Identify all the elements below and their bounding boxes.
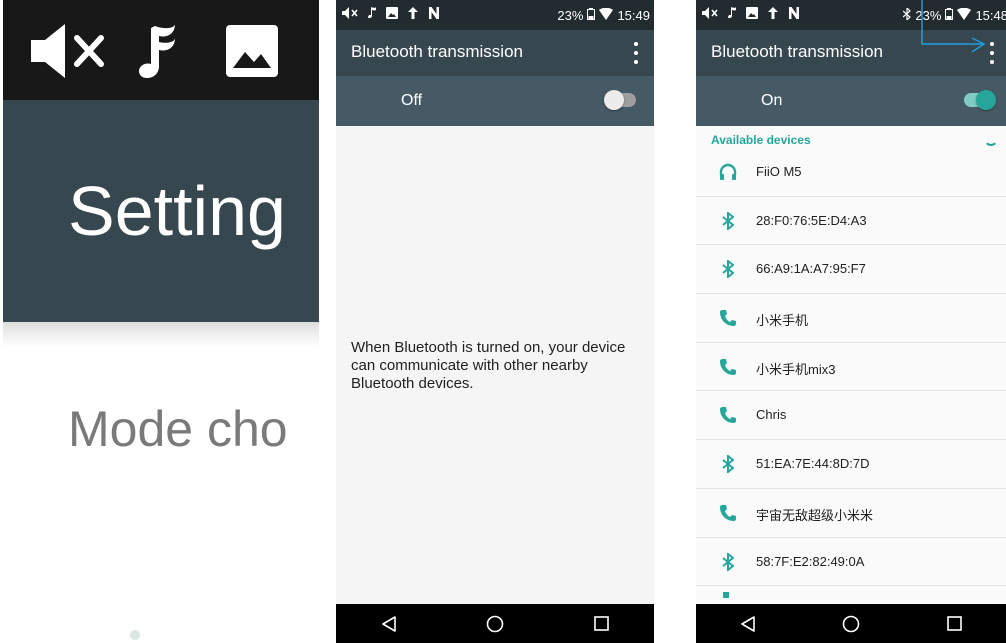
app-toolbar: Bluetooth transmission bbox=[336, 30, 654, 76]
bluetooth-toggle[interactable] bbox=[964, 90, 996, 110]
device-name: 小米手机mix3 bbox=[756, 361, 836, 377]
switch-state-label: Off bbox=[401, 92, 423, 109]
status-bar: 23% 15:49 bbox=[336, 0, 654, 30]
page-title: Bluetooth transmission bbox=[711, 42, 883, 61]
device-list-item[interactable]: 58:7F:E2:82:49:0A bbox=[696, 538, 1006, 587]
switch-state-label: On bbox=[761, 92, 783, 109]
nfc-icon bbox=[428, 7, 440, 22]
image-icon bbox=[746, 7, 758, 22]
back-icon[interactable] bbox=[728, 609, 768, 639]
bluetooth-icon bbox=[717, 210, 739, 232]
device-list-item[interactable]: Chris bbox=[696, 391, 1006, 441]
device-name: 66:A9:1A:A7:95:F7 bbox=[756, 261, 866, 277]
home-icon[interactable] bbox=[831, 609, 871, 639]
navigation-bar bbox=[696, 604, 1006, 643]
upload-arrow-icon bbox=[408, 7, 418, 22]
mute-icon bbox=[29, 24, 109, 83]
nfc-icon bbox=[788, 7, 800, 22]
device-name: 小米手机 bbox=[756, 313, 809, 329]
scanning-spinner-icon bbox=[984, 132, 998, 146]
device-name: 28:F0:76:5E:D4:A3 bbox=[756, 212, 867, 228]
clock: 15:49 bbox=[617, 8, 650, 23]
bluetooth-icon bbox=[717, 551, 739, 573]
bluetooth-icon bbox=[717, 453, 739, 475]
wifi-icon bbox=[599, 7, 614, 23]
device-name: 宇宙无敌超级小米米 bbox=[756, 507, 874, 523]
mute-icon bbox=[342, 7, 358, 22]
headphones-icon bbox=[717, 161, 739, 183]
available-devices-header: Available devices bbox=[711, 133, 811, 147]
mute-icon bbox=[702, 7, 718, 22]
more-options-icon[interactable] bbox=[630, 42, 642, 64]
page-title: Bluetooth transmission bbox=[351, 42, 523, 61]
image-icon bbox=[225, 24, 279, 83]
bluetooth-icon bbox=[717, 258, 739, 280]
device-name: 58:7F:E2:82:49:0A bbox=[756, 553, 865, 569]
toggle-knob bbox=[604, 90, 624, 110]
music-note-icon bbox=[139, 24, 177, 83]
bluetooth-off-screen: 23% 15:49 Bluetooth transmission Off Whe… bbox=[336, 0, 654, 643]
device-list-item[interactable]: 宇宙无敌超级小米米 bbox=[696, 489, 1006, 538]
zoomed-status-bar bbox=[3, 0, 319, 100]
music-note-icon bbox=[368, 7, 376, 22]
bluetooth-switch-bar[interactable]: Off bbox=[336, 76, 654, 126]
device-name: Chris bbox=[756, 407, 787, 423]
phone-icon bbox=[717, 502, 739, 524]
device-list-item[interactable]: 51:EA:7E:44:8D:7D bbox=[696, 440, 1006, 489]
back-icon[interactable] bbox=[369, 609, 409, 639]
device-list-item[interactable]: 小米手机mix3 bbox=[696, 343, 1006, 392]
zoomed-detail-panel: Setting Mode cho bbox=[0, 0, 319, 643]
phone-icon bbox=[717, 404, 739, 426]
bluetooth-off-message: When Bluetooth is turned on, your device… bbox=[351, 339, 626, 392]
navigation-bar bbox=[336, 604, 654, 643]
zoomed-partial-dot bbox=[130, 630, 140, 640]
device-list-item[interactable]: 28:F0:76:5E:D4:A3 bbox=[696, 197, 1006, 246]
battery-icon bbox=[587, 8, 596, 23]
bluetooth-icon bbox=[723, 592, 729, 599]
music-note-icon bbox=[728, 7, 736, 22]
device-list-item[interactable]: 66:A9:1A:A7:95:F7 bbox=[696, 245, 1006, 295]
device-list-item[interactable]: 小米手机 bbox=[696, 294, 1006, 343]
image-icon bbox=[386, 7, 398, 22]
zoomed-mode-choice-label: Mode cho bbox=[68, 401, 288, 457]
upload-arrow-icon bbox=[768, 7, 778, 22]
phone-icon bbox=[717, 307, 739, 329]
home-icon[interactable] bbox=[475, 609, 515, 639]
phone-icon bbox=[717, 356, 739, 378]
device-name: FiiO M5 bbox=[756, 164, 802, 179]
zoomed-settings-title: Setting bbox=[68, 172, 286, 250]
bluetooth-switch-bar[interactable]: On bbox=[696, 76, 1006, 126]
zoomed-header-shadow bbox=[3, 322, 319, 348]
recents-icon[interactable] bbox=[934, 609, 974, 639]
toggle-knob bbox=[976, 90, 996, 110]
bluetooth-toggle[interactable] bbox=[604, 90, 636, 110]
device-name: 51:EA:7E:44:8D:7D bbox=[756, 456, 870, 472]
bluetooth-on-screen: 23% 15:48 Bluetooth transmission On Avai… bbox=[696, 0, 1006, 643]
device-list: FiiO M5 28:F0:76:5E:D4:A3 66:A9:1A:A7:95:F… bbox=[696, 148, 1006, 606]
callout-arrow bbox=[921, 0, 986, 53]
recents-icon[interactable] bbox=[581, 609, 621, 639]
device-list-item[interactable]: FiiO M5 bbox=[696, 148, 1006, 197]
battery-percentage: 23% bbox=[557, 8, 584, 23]
